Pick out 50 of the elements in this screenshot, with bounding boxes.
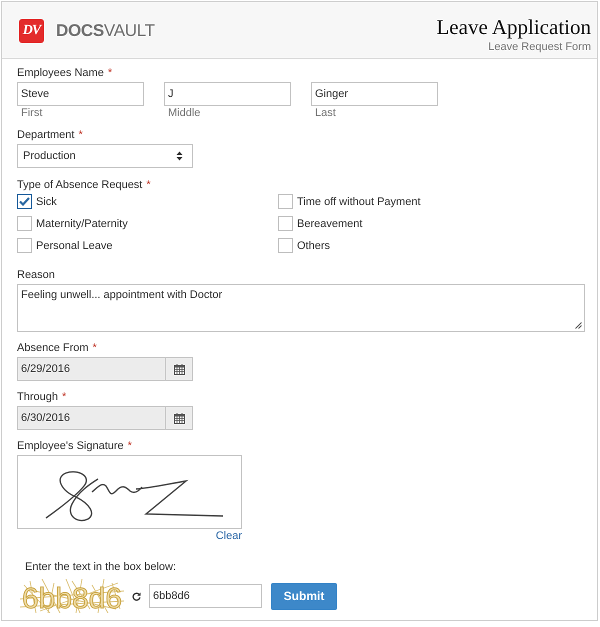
required-mark: * <box>108 67 112 79</box>
name-input[interactable]: Steve <box>17 82 144 106</box>
refresh-icon[interactable] <box>132 592 141 600</box>
required-mark: * <box>128 440 132 452</box>
field-label: Employees Name <box>17 67 104 79</box>
name-input[interactable]: Ginger <box>311 82 438 106</box>
required-mark: * <box>78 129 83 141</box>
calendar-button[interactable] <box>166 357 193 381</box>
field-label: Employee's Signature <box>17 440 124 452</box>
brand-name: DOCSVAULT <box>56 21 155 41</box>
form-subtitle: Leave Request Form <box>487 41 591 54</box>
logo-mark: DV <box>19 19 44 43</box>
calendar-button[interactable] <box>166 406 193 430</box>
signature-pad[interactable] <box>17 455 242 529</box>
required-mark: * <box>146 179 151 191</box>
name-input[interactable]: J <box>164 82 291 106</box>
checkmark-icon <box>19 197 30 206</box>
checkbox[interactable] <box>17 216 32 231</box>
field-label: Type of Absence Request <box>17 179 142 191</box>
field-caption: First <box>21 107 44 120</box>
clear-link[interactable]: Clear <box>216 530 242 542</box>
required-mark: * <box>92 342 97 354</box>
checkbox-label[interactable]: Personal Leave <box>36 240 112 252</box>
calendar-icon <box>174 364 184 374</box>
checkbox[interactable] <box>278 216 293 231</box>
field-label: Reason <box>17 269 55 281</box>
field-label: Absence From <box>17 342 89 354</box>
checkbox[interactable] <box>17 238 32 253</box>
submit-button[interactable]: Submit <box>271 582 337 610</box>
reason-field[interactable]: Feeling unwell... appointment with Doctor <box>17 284 585 332</box>
captcha-prompt: Enter the text in the box below: <box>25 560 178 574</box>
form-title: Leave Application <box>436 15 591 39</box>
required-mark: * <box>62 391 66 403</box>
checkbox-label[interactable]: Others <box>297 240 330 252</box>
checkbox[interactable] <box>278 194 293 209</box>
checkbox-label[interactable]: Bereavement <box>297 218 362 230</box>
resize-grip-icon <box>575 322 582 329</box>
department-select[interactable]: Production <box>17 144 193 168</box>
checkbox-label[interactable]: Sick <box>36 196 57 208</box>
checkbox[interactable] <box>17 194 32 209</box>
captcha-input[interactable]: 6bb8d6 <box>149 584 262 608</box>
checkbox-label[interactable]: Maternity/Paternity <box>36 218 128 230</box>
field-caption: Middle <box>168 107 202 120</box>
checkbox-label[interactable]: Time off without Payment <box>297 196 420 208</box>
field-caption: Last <box>315 107 337 120</box>
checkbox[interactable] <box>278 238 293 253</box>
field-label: Through <box>17 391 58 403</box>
calendar-icon <box>174 412 184 424</box>
select-arrows-icon <box>176 151 183 161</box>
field-label: Department <box>17 129 74 141</box>
